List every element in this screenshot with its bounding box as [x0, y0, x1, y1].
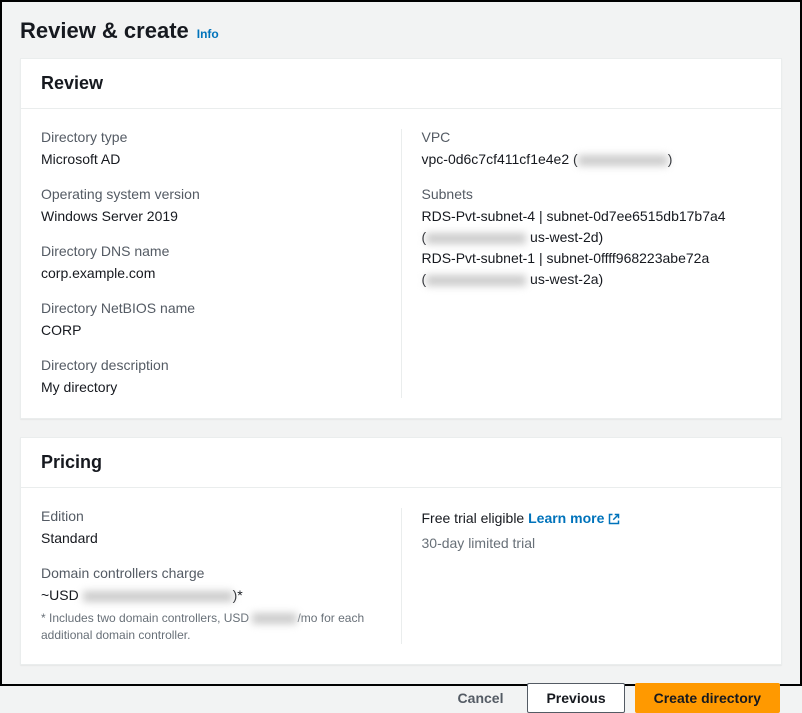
page-title: Review & create — [20, 18, 189, 44]
vpc-id: vpc-0d6c7cf411cf1e4e2 ( — [422, 151, 578, 167]
field-label: Domain controllers charge — [41, 565, 381, 581]
subnet-line: ( us-west-2d) — [422, 227, 762, 248]
redacted-icon — [426, 275, 526, 286]
wizard-actions: Cancel Previous Create directory — [20, 683, 782, 713]
pricing-panel: Pricing Edition Standard Domain controll… — [20, 437, 782, 665]
field-label: Directory DNS name — [41, 243, 381, 259]
redacted-icon — [252, 613, 297, 624]
charge-footnote: * Includes two domain controllers, USD /… — [41, 610, 381, 644]
learn-more-label: Learn more — [528, 508, 604, 529]
pricing-panel-header: Pricing — [21, 438, 781, 488]
subnet-az: us-west-2a) — [526, 271, 603, 287]
pricing-left-column: Edition Standard Domain controllers char… — [41, 508, 402, 644]
field-label: Directory NetBIOS name — [41, 300, 381, 316]
trial-eligible-row: Free trial eligible Learn more — [422, 508, 762, 529]
subnet-line: RDS-Pvt-subnet-1 | subnet-0ffff968223abe… — [422, 248, 762, 269]
field-value: RDS-Pvt-subnet-4 | subnet-0d7ee6515db17b… — [422, 206, 762, 290]
field-edition: Edition Standard — [41, 508, 381, 549]
redacted-icon — [426, 233, 526, 244]
field-value: Standard — [41, 528, 381, 549]
field-dns-name: Directory DNS name corp.example.com — [41, 243, 381, 284]
field-label: Directory description — [41, 357, 381, 373]
field-value: CORP — [41, 320, 381, 341]
field-os-version: Operating system version Windows Server … — [41, 186, 381, 227]
redacted-icon — [578, 155, 668, 166]
subnet-line: RDS-Pvt-subnet-4 | subnet-0d7ee6515db17b… — [422, 206, 762, 227]
field-value: My directory — [41, 377, 381, 398]
review-panel-header: Review — [21, 59, 781, 109]
field-label: Subnets — [422, 186, 762, 202]
review-heading: Review — [41, 73, 761, 94]
trial-eligible-text: Free trial eligible — [422, 510, 525, 526]
charge-suffix: )* — [233, 587, 243, 603]
pricing-right-column: Free trial eligible Learn more 30-day li… — [422, 508, 762, 644]
create-directory-button[interactable]: Create directory — [635, 683, 780, 713]
field-vpc: VPC vpc-0d6c7cf411cf1e4e2 () — [422, 129, 762, 170]
review-right-column: VPC vpc-0d6c7cf411cf1e4e2 () Subnets RDS… — [422, 129, 762, 398]
trial-description: 30-day limited trial — [422, 535, 762, 551]
field-value: vpc-0d6c7cf411cf1e4e2 () — [422, 149, 762, 170]
subnet-line: ( us-west-2a) — [422, 269, 762, 290]
field-description: Directory description My directory — [41, 357, 381, 398]
pricing-heading: Pricing — [41, 452, 761, 473]
previous-button[interactable]: Previous — [527, 683, 624, 713]
field-domain-controllers-charge: Domain controllers charge ~USD )* * Incl… — [41, 565, 381, 644]
field-value: corp.example.com — [41, 263, 381, 284]
field-free-trial: Free trial eligible Learn more 30-day li… — [422, 508, 762, 551]
footnote-prefix: * Includes two domain controllers, USD — [41, 611, 252, 625]
field-value: Microsoft AD — [41, 149, 381, 170]
field-value: ~USD )* — [41, 585, 381, 606]
page-header: Review & create Info — [20, 18, 782, 44]
learn-more-link[interactable]: Learn more — [528, 508, 620, 529]
cancel-button[interactable]: Cancel — [444, 684, 518, 712]
field-netbios-name: Directory NetBIOS name CORP — [41, 300, 381, 341]
field-value: Windows Server 2019 — [41, 206, 381, 227]
redacted-icon — [83, 591, 233, 602]
field-label: Operating system version — [41, 186, 381, 202]
field-label: VPC — [422, 129, 762, 145]
external-link-icon — [608, 513, 620, 525]
field-label: Edition — [41, 508, 381, 524]
vpc-suffix: ) — [668, 151, 673, 167]
review-panel: Review Directory type Microsoft AD Opera… — [20, 58, 782, 419]
subnet-az: us-west-2d) — [526, 229, 603, 245]
review-left-column: Directory type Microsoft AD Operating sy… — [41, 129, 402, 398]
charge-prefix: ~USD — [41, 587, 83, 603]
info-link[interactable]: Info — [197, 27, 219, 41]
field-directory-type: Directory type Microsoft AD — [41, 129, 381, 170]
field-subnets: Subnets RDS-Pvt-subnet-4 | subnet-0d7ee6… — [422, 186, 762, 290]
field-label: Directory type — [41, 129, 381, 145]
